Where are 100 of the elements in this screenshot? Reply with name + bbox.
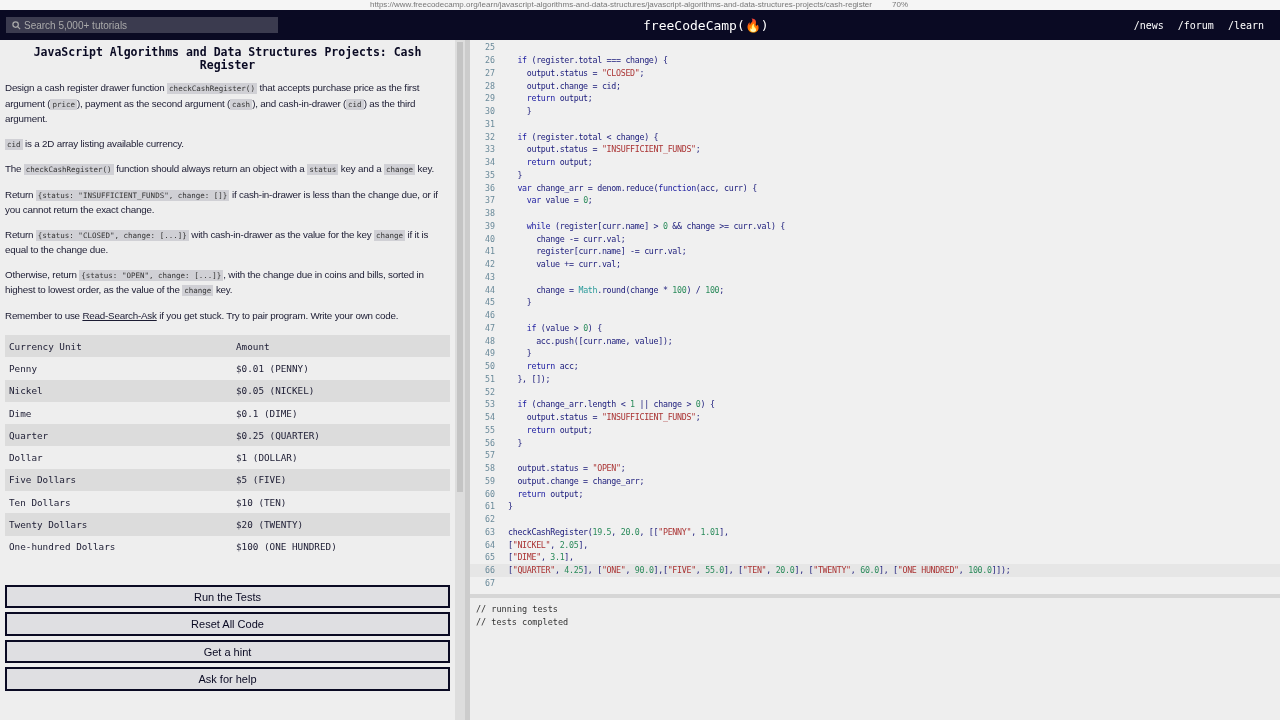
line-number: 32 bbox=[484, 131, 496, 142]
line-number: 66 bbox=[484, 565, 496, 576]
line-number: 33 bbox=[484, 144, 496, 155]
code-line: return output; bbox=[525, 424, 593, 435]
code-line: } bbox=[508, 501, 513, 512]
code-line: change -= curr.val; bbox=[535, 233, 626, 244]
code-line: output.status = "INSUFFICIENT_FUNDS"; bbox=[525, 144, 701, 155]
column-header: Amount bbox=[235, 340, 271, 352]
action-button[interactable]: Ask for help bbox=[5, 667, 450, 691]
code-line: } bbox=[525, 106, 532, 117]
url-text[interactable]: https://www.freecodecamp.org/learn/javascript-algorithms-and-data-structures/javascript-algorithms-and-data-structures-projects/cash-register bbox=[370, 0, 872, 10]
code-line: change = Math.round(change * 100) / 100; bbox=[535, 284, 724, 295]
line-number: 35 bbox=[484, 169, 496, 180]
code-line: output.status = "OPEN"; bbox=[516, 463, 626, 474]
table-cell-text: $0.1 (DIME) bbox=[235, 407, 299, 419]
line-number: 56 bbox=[484, 437, 496, 448]
line-number: 34 bbox=[484, 157, 496, 168]
code-line: return output; bbox=[516, 488, 584, 499]
zoom-level: 70% bbox=[892, 0, 908, 10]
action-button[interactable]: Reset All Code bbox=[5, 612, 450, 636]
code-line: output.status = "CLOSED"; bbox=[525, 67, 645, 78]
nav-link[interactable]: /learn bbox=[1227, 19, 1264, 31]
line-number: 61 bbox=[484, 501, 496, 512]
nav-link[interactable]: /forum bbox=[1177, 19, 1214, 31]
search-icon bbox=[12, 20, 21, 30]
line-number: 25 bbox=[484, 42, 496, 53]
table-cell-text: Twenty Dollars bbox=[8, 519, 89, 530]
line-number: 59 bbox=[484, 475, 496, 486]
code-line: } bbox=[525, 348, 532, 359]
line-number: 49 bbox=[484, 348, 496, 359]
table-cell-text: $20 (TWENTY) bbox=[235, 519, 305, 530]
code-line: return output; bbox=[525, 93, 593, 104]
code-line: checkCashRegister(19.5, 20.0, [["PENNY", 1.01], bbox=[508, 526, 729, 537]
line-number: 41 bbox=[484, 246, 496, 257]
table-cell-text: Nickel bbox=[8, 385, 44, 397]
code-line: ["DIME", 3.1], bbox=[508, 552, 574, 563]
code-line: ["QUARTER", 4.25], ["ONE", 90.0],["FIVE", 55.0], ["TEN", 20.0], ["TWENTY", 60.0], ["ONE HUNDRED", 100.0]]); bbox=[508, 565, 1011, 576]
code-line: if (value > 0) { bbox=[525, 322, 602, 333]
line-number: 38 bbox=[484, 208, 496, 219]
code-line: output.change = change_arr; bbox=[516, 475, 645, 486]
table-cell-text: Dime bbox=[8, 407, 33, 419]
line-number: 31 bbox=[484, 118, 496, 129]
code-line: } bbox=[525, 297, 532, 308]
line-number: 30 bbox=[484, 106, 496, 117]
code-line: if (register.total < change) { bbox=[516, 131, 659, 142]
table-cell-text: Ten Dollars bbox=[8, 496, 72, 508]
line-number: 48 bbox=[484, 335, 496, 346]
line-number: 37 bbox=[484, 195, 496, 206]
output-line: // running tests bbox=[476, 603, 559, 616]
line-number: 58 bbox=[484, 463, 496, 474]
line-number: 55 bbox=[484, 424, 496, 435]
code-line: if (change_arr.length < 1 || change > 0) { bbox=[516, 399, 715, 410]
line-number: 62 bbox=[484, 514, 496, 525]
line-number: 42 bbox=[484, 259, 496, 270]
code-line: output.change = cid; bbox=[525, 80, 621, 91]
code-line: } bbox=[516, 437, 523, 448]
table-cell-text: Quarter bbox=[8, 429, 50, 441]
code-line: } bbox=[516, 169, 523, 180]
code-editor[interactable] bbox=[470, 40, 1280, 598]
description-paragraph: Remember to use Read-Search-Ask if you get stuck. Try to pair program. Write your own code. bbox=[5, 308, 400, 323]
line-number: 60 bbox=[484, 488, 496, 499]
table-cell-text: $5 (FIVE) bbox=[235, 474, 288, 486]
code-line: }, []); bbox=[516, 373, 551, 384]
table-cell-text: $100 (ONE HUNDRED) bbox=[235, 541, 338, 553]
line-number: 46 bbox=[484, 310, 496, 321]
line-number: 29 bbox=[484, 93, 496, 104]
line-number: 63 bbox=[484, 526, 496, 537]
action-button[interactable]: Get a hint bbox=[5, 639, 450, 664]
line-number: 52 bbox=[484, 386, 496, 397]
code-line: return acc; bbox=[525, 361, 579, 372]
line-number: 53 bbox=[484, 399, 496, 410]
table-cell-text: One-hundred Dollars bbox=[8, 541, 117, 553]
code-line: var value = 0; bbox=[525, 195, 593, 206]
table-cell-text: $10 (TEN) bbox=[235, 496, 288, 508]
scrollbar-thumb[interactable] bbox=[457, 42, 463, 492]
line-number: 57 bbox=[484, 450, 496, 461]
code-line: output.status = "INSUFFICIENT_FUNDS"; bbox=[525, 412, 701, 423]
line-number: 54 bbox=[484, 412, 496, 423]
line-number: 39 bbox=[484, 220, 496, 231]
line-number: 28 bbox=[484, 80, 496, 91]
code-line: return output; bbox=[525, 157, 593, 168]
code-line: ["NICKEL", 2.05], bbox=[508, 539, 588, 550]
site-logo[interactable]: freeCodeCamp(🔥) bbox=[278, 17, 1134, 33]
table-cell-text: Five Dollars bbox=[8, 474, 78, 486]
line-number: 45 bbox=[484, 297, 496, 308]
search-field[interactable]: Search 5,000+ tutorials bbox=[6, 17, 278, 33]
line-number: 26 bbox=[484, 55, 496, 66]
line-number: 64 bbox=[484, 539, 496, 550]
line-number: 43 bbox=[484, 271, 496, 282]
nav-link[interactable]: /news bbox=[1133, 19, 1164, 31]
table-cell-text: $0.05 (NICKEL) bbox=[235, 385, 316, 397]
line-number: 51 bbox=[484, 373, 496, 384]
code-line: var change_arr = denom.reduce(function(acc, curr) { bbox=[516, 182, 757, 193]
read-search-ask-link[interactable]: Read-Search-Ask bbox=[82, 309, 157, 321]
code-line: register[curr.name] -= curr.val; bbox=[535, 246, 687, 257]
action-button[interactable]: Run the Tests bbox=[5, 584, 450, 609]
table-cell-text: Penny bbox=[8, 362, 38, 374]
code-line: if (register.total === change) { bbox=[516, 55, 668, 66]
challenge-title: JavaScript Algorithms and Data Structures Projects: Cash Register bbox=[32, 46, 423, 72]
line-number: 50 bbox=[484, 361, 496, 372]
